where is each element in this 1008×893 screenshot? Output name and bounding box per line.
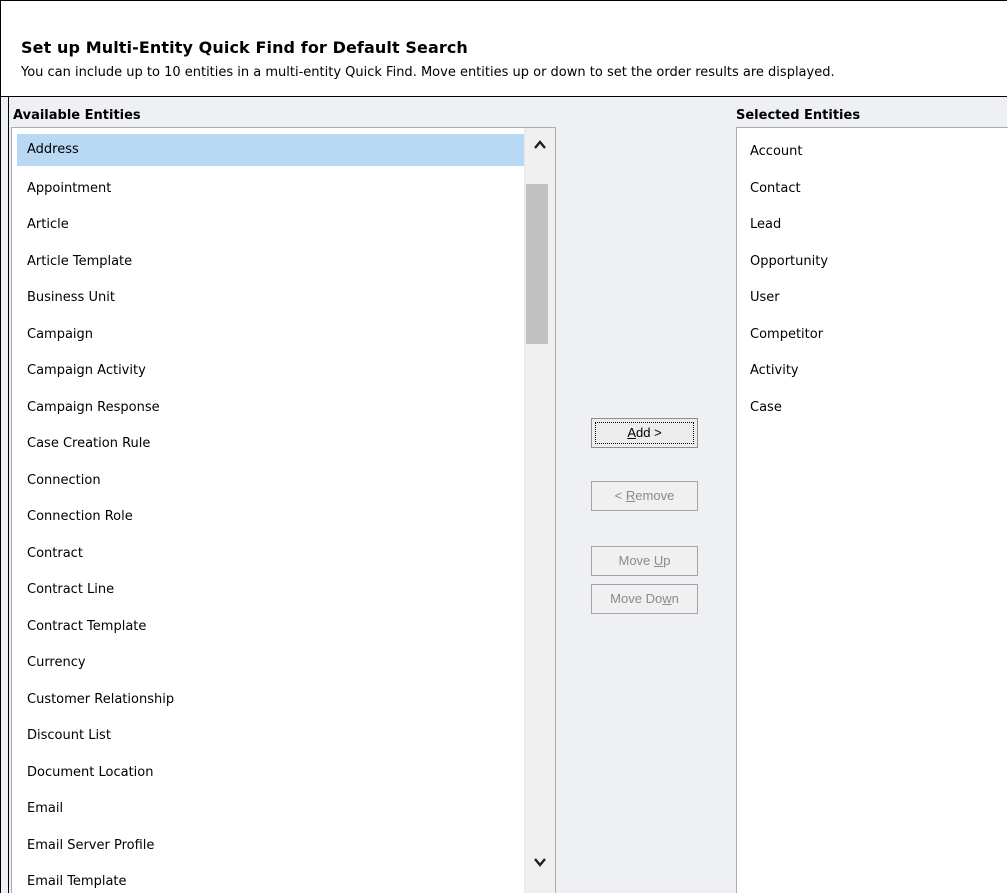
move-down-button-post: n <box>671 591 679 606</box>
available-entity-item[interactable]: Campaign Response <box>17 390 525 427</box>
available-entity-item[interactable]: Email <box>17 791 525 828</box>
move-down-button[interactable]: Move Down <box>591 584 698 614</box>
available-list-scrollbar[interactable] <box>524 128 555 893</box>
selected-entity-item[interactable]: Activity <box>740 353 1000 390</box>
chevron-down-icon[interactable] <box>533 855 547 869</box>
move-up-button-pre: Move <box>618 553 654 568</box>
available-entity-item[interactable]: Article Template <box>17 244 525 281</box>
available-entities-list[interactable]: Address Appointment Article Article Templat… <box>11 127 556 893</box>
available-entity-item[interactable]: Address <box>17 134 525 166</box>
available-entity-item[interactable]: Contract Template <box>17 609 525 646</box>
available-entity-item[interactable]: Contract Line <box>17 572 525 609</box>
available-entity-item[interactable]: Case Creation Rule <box>17 426 525 463</box>
selected-entity-item[interactable]: Lead <box>740 207 1000 244</box>
dialog-header: Set up Multi-Entity Quick Find for Defau… <box>1 1 1007 97</box>
available-entity-item[interactable]: Discount List <box>17 718 525 755</box>
selected-entity-item[interactable]: Opportunity <box>740 244 1000 281</box>
available-entity-item[interactable]: Email Server Profile <box>17 828 525 865</box>
dialog-subtitle: You can include up to 10 entities in a m… <box>21 65 835 80</box>
scrollbar-thumb[interactable] <box>526 184 548 344</box>
available-entities-label: Available Entities <box>13 108 141 123</box>
chevron-up-icon[interactable] <box>533 138 547 152</box>
add-button-post: dd > <box>636 425 662 440</box>
available-entity-item[interactable]: Appointment <box>17 171 525 208</box>
available-entities-items: Address Appointment Article Article Templat… <box>17 134 525 893</box>
move-down-button-pre: Move Do <box>610 591 663 606</box>
available-entity-item[interactable]: Business Unit <box>17 280 525 317</box>
remove-button-post: emove <box>635 488 675 503</box>
available-entity-item[interactable]: Campaign Activity <box>17 353 525 390</box>
move-up-button-accel: U <box>653 553 664 568</box>
available-entity-item[interactable]: Email Template <box>17 864 525 893</box>
available-entity-item[interactable]: Customer Relationship <box>17 682 525 719</box>
selected-entity-item[interactable]: Competitor <box>740 317 1000 354</box>
move-up-button-post: p <box>663 553 671 568</box>
add-button-accel: A <box>627 425 636 440</box>
available-entity-item[interactable]: Connection Role <box>17 499 525 536</box>
selected-entity-item[interactable]: Account <box>740 134 1000 171</box>
available-entity-item[interactable]: Connection <box>17 463 525 500</box>
left-edge-rule <box>8 97 9 893</box>
available-entity-item[interactable]: Currency <box>17 645 525 682</box>
selected-entity-item[interactable]: User <box>740 280 1000 317</box>
selected-entity-item[interactable]: Case <box>740 390 1000 427</box>
available-entity-item[interactable]: Contract <box>17 536 525 573</box>
remove-button-accel: R <box>625 488 636 503</box>
remove-button-pre: < <box>614 488 626 503</box>
available-entity-item[interactable]: Article <box>17 207 525 244</box>
move-down-button-accel: w <box>662 591 672 606</box>
selected-entity-item[interactable]: Contact <box>740 171 1000 208</box>
selected-entities-list[interactable]: Account Contact Lead Opportunity User Competi… <box>736 127 1008 893</box>
selected-entities-label: Selected Entities <box>736 108 861 123</box>
add-button[interactable]: Add > <box>591 418 698 448</box>
dialog-title: Set up Multi-Entity Quick Find for Defau… <box>21 38 468 57</box>
available-entity-item[interactable]: Document Location <box>17 755 525 792</box>
selected-entities-items: Account Contact Lead Opportunity User Competi… <box>740 134 1000 426</box>
move-up-button[interactable]: Move Up <box>591 546 698 576</box>
remove-button[interactable]: < Remove <box>591 481 698 511</box>
available-entity-item[interactable]: Campaign <box>17 317 525 354</box>
